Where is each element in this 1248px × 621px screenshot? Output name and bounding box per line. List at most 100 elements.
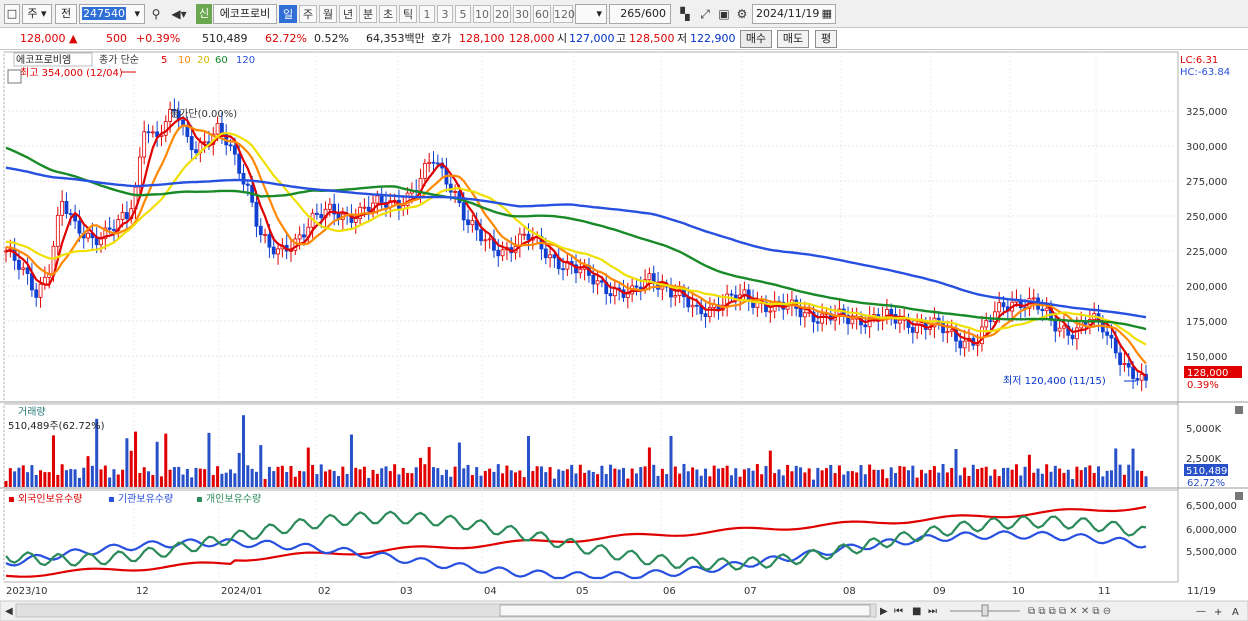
volume-bar xyxy=(492,471,496,487)
zoom-out-icon[interactable]: — xyxy=(1196,606,1206,617)
candle-body xyxy=(483,239,488,242)
candle-body xyxy=(375,195,380,204)
type-select[interactable]: 주 ▾ xyxy=(22,4,52,24)
last-page-icon[interactable]: ⏭ xyxy=(928,606,937,617)
hold-tick-6000000: 6,000,000 xyxy=(1186,525,1237,536)
date-tick: 04 xyxy=(484,586,497,597)
tab-minute[interactable]: 분 xyxy=(359,5,377,23)
volume-bar xyxy=(56,474,60,487)
custom-step-select[interactable]: ▾ xyxy=(575,4,607,24)
tab-tick[interactable]: 틱 xyxy=(399,5,417,23)
volume-bar xyxy=(764,466,768,487)
tab-year[interactable]: 년 xyxy=(339,5,357,23)
scroll-left-icon[interactable]: ◀ xyxy=(5,606,13,617)
volume-bar xyxy=(872,469,876,487)
volume-bar xyxy=(64,470,68,487)
volume-bar xyxy=(786,464,790,487)
step-10[interactable]: 10 xyxy=(473,5,491,23)
volume-bar xyxy=(652,464,656,487)
volume-bar xyxy=(591,471,595,487)
holdings-panel-close-icon[interactable] xyxy=(1235,492,1243,500)
candle-body xyxy=(962,340,967,349)
volume-bar xyxy=(876,469,880,487)
stop-icon[interactable]: ■ xyxy=(912,606,921,617)
volume-bar xyxy=(289,466,293,487)
candle-body xyxy=(552,254,557,259)
volume-bar xyxy=(77,477,81,487)
candle-body xyxy=(1062,325,1066,329)
chevron-down-icon: ▾ xyxy=(596,7,602,20)
count-input[interactable]: 265/600 xyxy=(609,4,671,24)
tab-second[interactable]: 초 xyxy=(379,5,397,23)
candle-body xyxy=(526,233,531,241)
speaker-icon[interactable]: ◀▾ xyxy=(166,5,192,23)
tab-month[interactable]: 월 xyxy=(319,5,337,23)
candle-body xyxy=(427,161,432,164)
holdings-panel[interactable] xyxy=(3,489,1179,583)
volume-bar xyxy=(237,452,241,487)
date-tick: 2023/10 xyxy=(6,586,48,597)
candle-body xyxy=(142,131,147,158)
first-page-icon[interactable]: ⏮ xyxy=(894,606,903,617)
scroll-thumb[interactable] xyxy=(499,604,871,617)
volume-bar xyxy=(185,468,189,487)
volume-bar xyxy=(773,473,777,487)
code-input[interactable]: 247540 ▾ xyxy=(79,4,145,24)
date-tick: 11 xyxy=(1098,586,1111,597)
date-tick: 12 xyxy=(136,586,149,597)
tab-week[interactable]: 주 xyxy=(299,5,317,23)
step-30[interactable]: 30 xyxy=(513,5,531,23)
volume-bar xyxy=(734,468,738,487)
candle-body xyxy=(548,254,552,259)
step-1[interactable]: 1 xyxy=(419,5,435,23)
volume-bar xyxy=(967,476,971,487)
price-panel[interactable] xyxy=(3,51,1179,403)
buy-button[interactable]: 매수 xyxy=(740,30,772,48)
volume-bar xyxy=(39,470,43,487)
volume-panel-close-icon[interactable] xyxy=(1235,406,1243,414)
market-select[interactable]: 전 xyxy=(55,4,77,24)
candle-body xyxy=(86,232,90,239)
step-3[interactable]: 3 xyxy=(437,5,453,23)
evaluate-button[interactable]: 평 xyxy=(815,30,837,48)
step-120[interactable]: 120 xyxy=(553,5,575,23)
tab-day[interactable]: 일 xyxy=(279,5,297,23)
draw-tool-icon[interactable]: ⤢ xyxy=(696,5,714,23)
volume-bar xyxy=(937,472,941,487)
zoom-slider-handle[interactable] xyxy=(981,604,989,617)
step-60[interactable]: 60 xyxy=(533,5,551,23)
gear-icon[interactable]: ⚙ xyxy=(733,5,751,23)
sell-button[interactable]: 매도 xyxy=(777,30,809,48)
candle-body xyxy=(466,219,470,226)
layout-tools-icon[interactable]: ⧉ ⧉ ⧉ ⧉ ✕ ✕ ⧉ ⊖ xyxy=(1028,606,1111,617)
volume-bar xyxy=(1036,468,1040,487)
search-icon[interactable]: ⚲ xyxy=(147,5,165,23)
volume-bar xyxy=(432,467,435,487)
chart-settings-icon[interactable]: ▚ xyxy=(676,5,694,23)
volume-bar xyxy=(552,478,556,487)
volume-bar xyxy=(302,471,306,487)
volume-bar xyxy=(47,472,51,487)
ask-label: 호가 xyxy=(431,32,452,45)
stock-chart[interactable]: 에코프로비엠 종가 단순 5 10 20 60 120 최고 354,000 (… xyxy=(0,50,1248,621)
volume-bar xyxy=(259,445,263,487)
volume-bar xyxy=(488,468,492,487)
save-icon[interactable]: ▣ xyxy=(715,5,733,23)
type-label: 주 xyxy=(27,7,38,20)
volume-bar xyxy=(211,474,215,487)
window-menu-icon[interactable]: □ xyxy=(4,4,20,24)
volume-bar xyxy=(760,474,764,487)
candle-body xyxy=(820,313,825,324)
volume-bar xyxy=(527,436,530,487)
step-5[interactable]: 5 xyxy=(455,5,471,23)
calendar-icon[interactable]: ▦ xyxy=(822,5,832,23)
candle-body xyxy=(897,319,902,324)
volume-bar xyxy=(531,471,535,487)
date-input[interactable]: 2024/11/19 ▦ xyxy=(752,4,836,24)
step-20[interactable]: 20 xyxy=(493,5,511,23)
font-size-icon[interactable]: A xyxy=(1232,607,1239,618)
volume-bar xyxy=(894,473,898,487)
zoom-in-icon[interactable]: + xyxy=(1214,607,1222,618)
change-percent: +0.39% xyxy=(136,32,181,45)
scroll-right-icon[interactable]: ▶ xyxy=(880,606,888,617)
